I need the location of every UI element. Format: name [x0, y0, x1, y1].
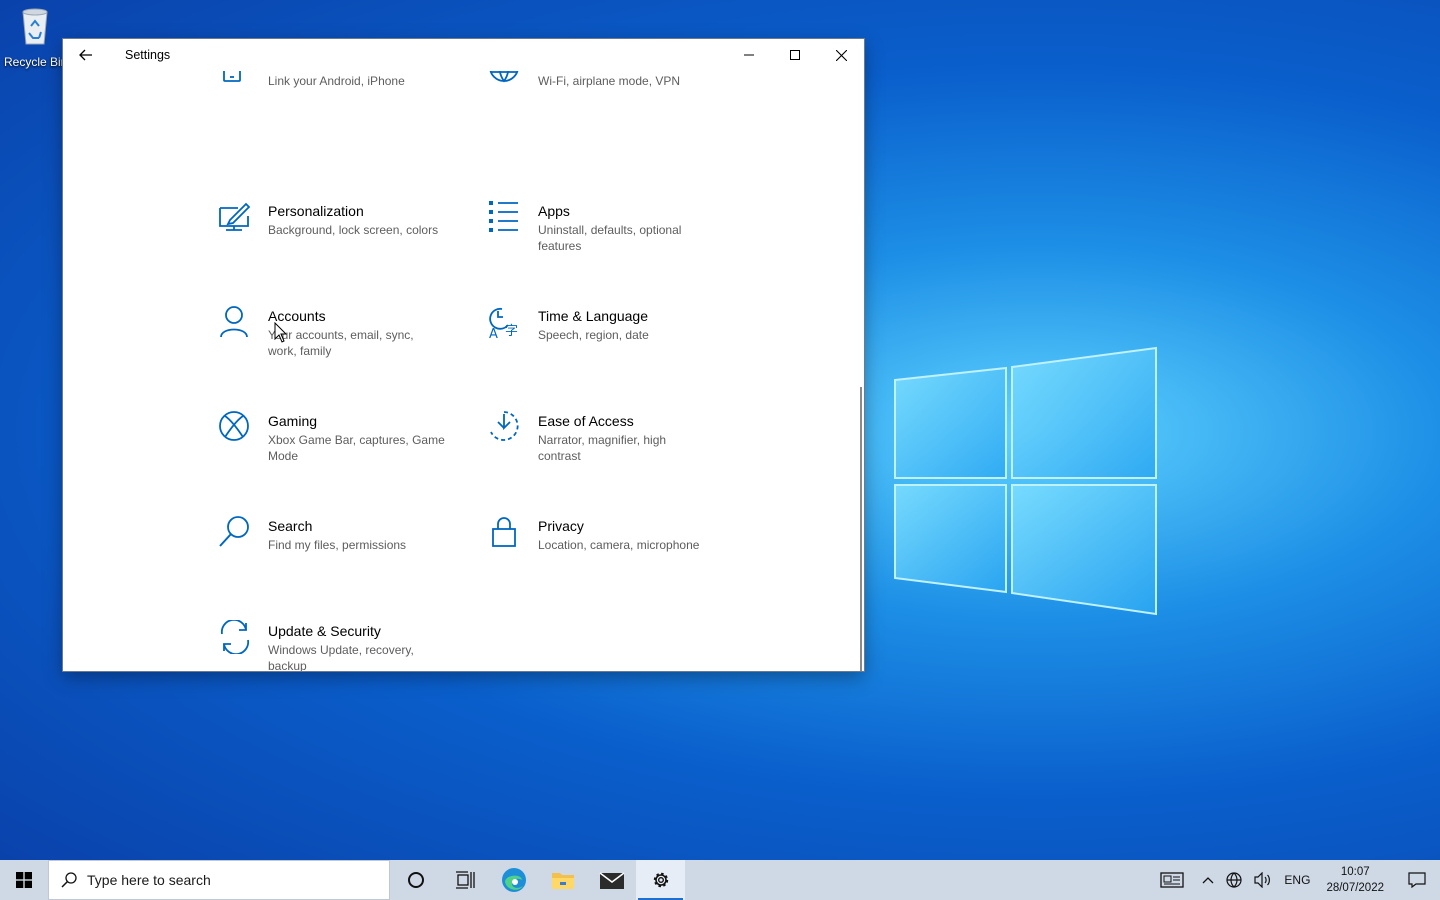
time-language-icon: A字 [489, 307, 518, 339]
tile-description: Windows Update, recovery, backup [268, 643, 414, 671]
tile-title: Personalization [268, 203, 364, 219]
tile-description: Link your Android, iPhone [268, 74, 405, 88]
settings-tile-personalization[interactable]: Personalization Background, lock screen, … [218, 200, 468, 238]
minimize-button[interactable] [726, 39, 772, 71]
tile-title: Search [268, 518, 313, 534]
maximize-icon [790, 50, 800, 60]
recycle-bin-icon [22, 8, 48, 45]
settings-tile-gaming[interactable]: Gaming Xbox Game Bar, captures, Game Mode [218, 410, 468, 464]
mail-icon [599, 872, 624, 889]
tile-title: Gaming [268, 413, 318, 429]
close-icon [835, 49, 847, 61]
globe-icon [489, 71, 519, 83]
settings-tile-accounts[interactable]: Accounts Your accounts, email, sync, work… [218, 305, 468, 359]
xbox-icon [219, 411, 249, 441]
windows-logo-icon [16, 872, 32, 888]
volume-button[interactable] [1248, 860, 1278, 900]
ease-of-access-icon [490, 411, 519, 441]
lock-icon [492, 517, 516, 547]
recycle-bin[interactable]: Recycle Bin [4, 6, 68, 69]
tile-description: Speech, region, date [538, 328, 649, 342]
settings-tile-search[interactable]: Search Find my files, permissions [218, 515, 468, 553]
personalization-icon [219, 202, 251, 231]
task-view-icon [455, 871, 475, 889]
file-explorer-button[interactable] [538, 860, 587, 900]
scrollbar[interactable] [860, 387, 862, 671]
back-button[interactable] [63, 39, 109, 71]
start-button[interactable] [0, 860, 48, 900]
tile-description: Uninstall, defaults, optional features [538, 223, 682, 253]
svg-text:字: 字 [505, 324, 518, 339]
gear-icon [653, 872, 668, 888]
system-tray: ENG 10:07 28/07/2022 [1148, 860, 1440, 900]
svg-text:A: A [489, 327, 498, 339]
tile-title: Accounts [268, 308, 326, 324]
tile-description: Narrator, magnifier, high contrast [538, 433, 667, 463]
tile-description: Location, camera, microphone [538, 538, 700, 552]
settings-tile-privacy[interactable]: Privacy Location, camera, microphone [488, 515, 738, 553]
title-bar[interactable]: Settings [63, 39, 864, 71]
tile-description: Wi-Fi, airplane mode, VPN [538, 74, 681, 88]
settings-tile-update-security[interactable]: Update & Security Windows Update, recover… [218, 620, 468, 671]
tile-title: Update & Security [268, 623, 381, 639]
maximize-button[interactable] [772, 39, 818, 71]
edge-icon [501, 868, 526, 892]
person-icon [220, 306, 248, 338]
tile-title: Apps [538, 203, 570, 219]
clock-date: 28/07/2022 [1326, 882, 1384, 894]
network-button[interactable] [1220, 860, 1248, 900]
task-view-button[interactable] [440, 860, 489, 900]
settings-tile-network[interactable]: Wi-Fi, airplane mode, VPN [488, 71, 738, 95]
tile-title: Time & Language [538, 308, 648, 324]
notification-icon [1408, 872, 1426, 888]
recycle-bin-label: Recycle Bin [4, 55, 68, 69]
settings-tile-ease-of-access[interactable]: Ease of Access Narrator, magnifier, high … [488, 410, 738, 464]
speaker-icon [1254, 872, 1271, 888]
close-button[interactable] [818, 39, 864, 71]
tile-description: Xbox Game Bar, captures, Game Mode [268, 433, 445, 463]
phone-icon [223, 71, 241, 82]
window-title: Settings [125, 48, 171, 62]
clock-time: 10:07 [1340, 866, 1370, 878]
taskbar-search-box[interactable]: Type here to search [48, 860, 390, 900]
show-hidden-icons-button[interactable] [1196, 860, 1220, 900]
chevron-up-icon [1202, 877, 1214, 884]
mouse-cursor-icon [274, 322, 288, 343]
search-icon [61, 872, 77, 888]
folder-icon [551, 873, 574, 889]
cortana-circle-icon [407, 872, 424, 888]
search-placeholder: Type here to search [87, 872, 211, 888]
windows-wallpaper-logo [894, 346, 1157, 616]
globe-icon [1226, 872, 1243, 888]
tile-title: Privacy [538, 518, 584, 534]
settings-tile-phone[interactable]: Link your Android, iPhone [218, 71, 468, 95]
apps-icon [489, 201, 518, 232]
settings-tile-apps[interactable]: Apps Uninstall, defaults, optional featur… [488, 200, 738, 254]
tile-description: Your accounts, email, sync, work, family [268, 328, 414, 358]
settings-window: Settings Link your Android, iPhone Wi-Fi… [63, 39, 864, 671]
news-button[interactable] [1148, 860, 1196, 900]
tile-description: Find my files, permissions [268, 538, 407, 552]
settings-taskbar-button[interactable] [636, 860, 685, 900]
search-icon [219, 516, 249, 547]
sync-icon [220, 620, 250, 654]
cortana-button[interactable] [391, 860, 440, 900]
settings-home: Link your Android, iPhone Wi-Fi, airplan… [63, 71, 864, 671]
tile-description: Background, lock screen, colors [268, 223, 439, 237]
tile-title: Ease of Access [538, 413, 634, 429]
news-icon [1160, 872, 1185, 888]
taskbar: Type here to search ENG 10:07 28/07/2022 [0, 860, 1440, 900]
minimize-icon [744, 54, 754, 56]
back-arrow-icon [79, 49, 92, 61]
input-language-indicator[interactable]: ENG [1278, 860, 1316, 900]
settings-tile-time-language[interactable]: A字 Time & Language Speech, region, date [488, 305, 738, 343]
clock[interactable]: 10:07 28/07/2022 [1316, 864, 1394, 896]
action-center-button[interactable] [1394, 860, 1440, 900]
mail-button[interactable] [587, 860, 636, 900]
edge-browser-button[interactable] [489, 860, 538, 900]
